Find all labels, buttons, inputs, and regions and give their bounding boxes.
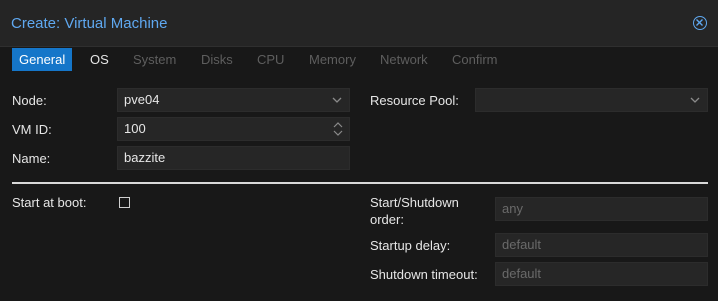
dialog-title: Create: Virtual Machine — [11, 15, 168, 32]
name-value: bazzite — [124, 150, 166, 165]
chevron-down-icon[interactable] — [690, 97, 700, 103]
node-label: Node: — [12, 93, 47, 108]
tab-confirm[interactable]: Confirm — [445, 48, 505, 71]
shutdown-timeout-label: Shutdown timeout: — [370, 267, 478, 282]
resource-pool-label: Resource Pool: — [370, 93, 459, 108]
tab-general[interactable]: General — [12, 48, 73, 71]
node-value: pve04 — [124, 92, 160, 107]
vmid-spinner[interactable]: 100 — [117, 117, 350, 141]
tab-disks[interactable]: Disks — [194, 48, 240, 71]
start-shutdown-order-input[interactable]: any — [495, 197, 708, 221]
startup-delay-label: Startup delay: — [370, 238, 451, 253]
chevron-down-icon[interactable] — [332, 97, 342, 103]
start-shutdown-order-label: Start/Shutdown — [370, 195, 459, 210]
tab-cpu[interactable]: CPU — [250, 48, 291, 71]
start-at-boot-label: Start at boot: — [12, 195, 87, 210]
dialog-titlebar: Create: Virtual Machine — [0, 0, 718, 47]
startup-delay-placeholder: default — [502, 237, 542, 252]
tab-memory[interactable]: Memory — [302, 48, 363, 71]
resource-pool-select[interactable] — [475, 88, 708, 112]
startup-delay-input[interactable]: default — [495, 233, 708, 257]
vmid-value: 100 — [124, 121, 146, 136]
name-input[interactable]: bazzite — [117, 146, 350, 170]
tab-network[interactable]: Network — [373, 48, 435, 71]
start-shutdown-order-placeholder: any — [502, 201, 523, 216]
tab-system[interactable]: System — [126, 48, 183, 71]
spinner-arrows-icon[interactable] — [333, 121, 343, 137]
name-label: Name: — [12, 151, 51, 166]
start-at-boot-checkbox[interactable] — [119, 197, 130, 208]
tab-os[interactable]: OS — [83, 48, 116, 71]
node-select[interactable]: pve04 — [117, 88, 350, 112]
close-icon[interactable] — [693, 16, 707, 30]
shutdown-timeout-placeholder: default — [502, 266, 542, 281]
start-shutdown-order-label-line2: order: — [370, 212, 404, 227]
section-divider — [12, 182, 708, 184]
vmid-label: VM ID: — [12, 122, 52, 137]
shutdown-timeout-input[interactable]: default — [495, 262, 708, 286]
